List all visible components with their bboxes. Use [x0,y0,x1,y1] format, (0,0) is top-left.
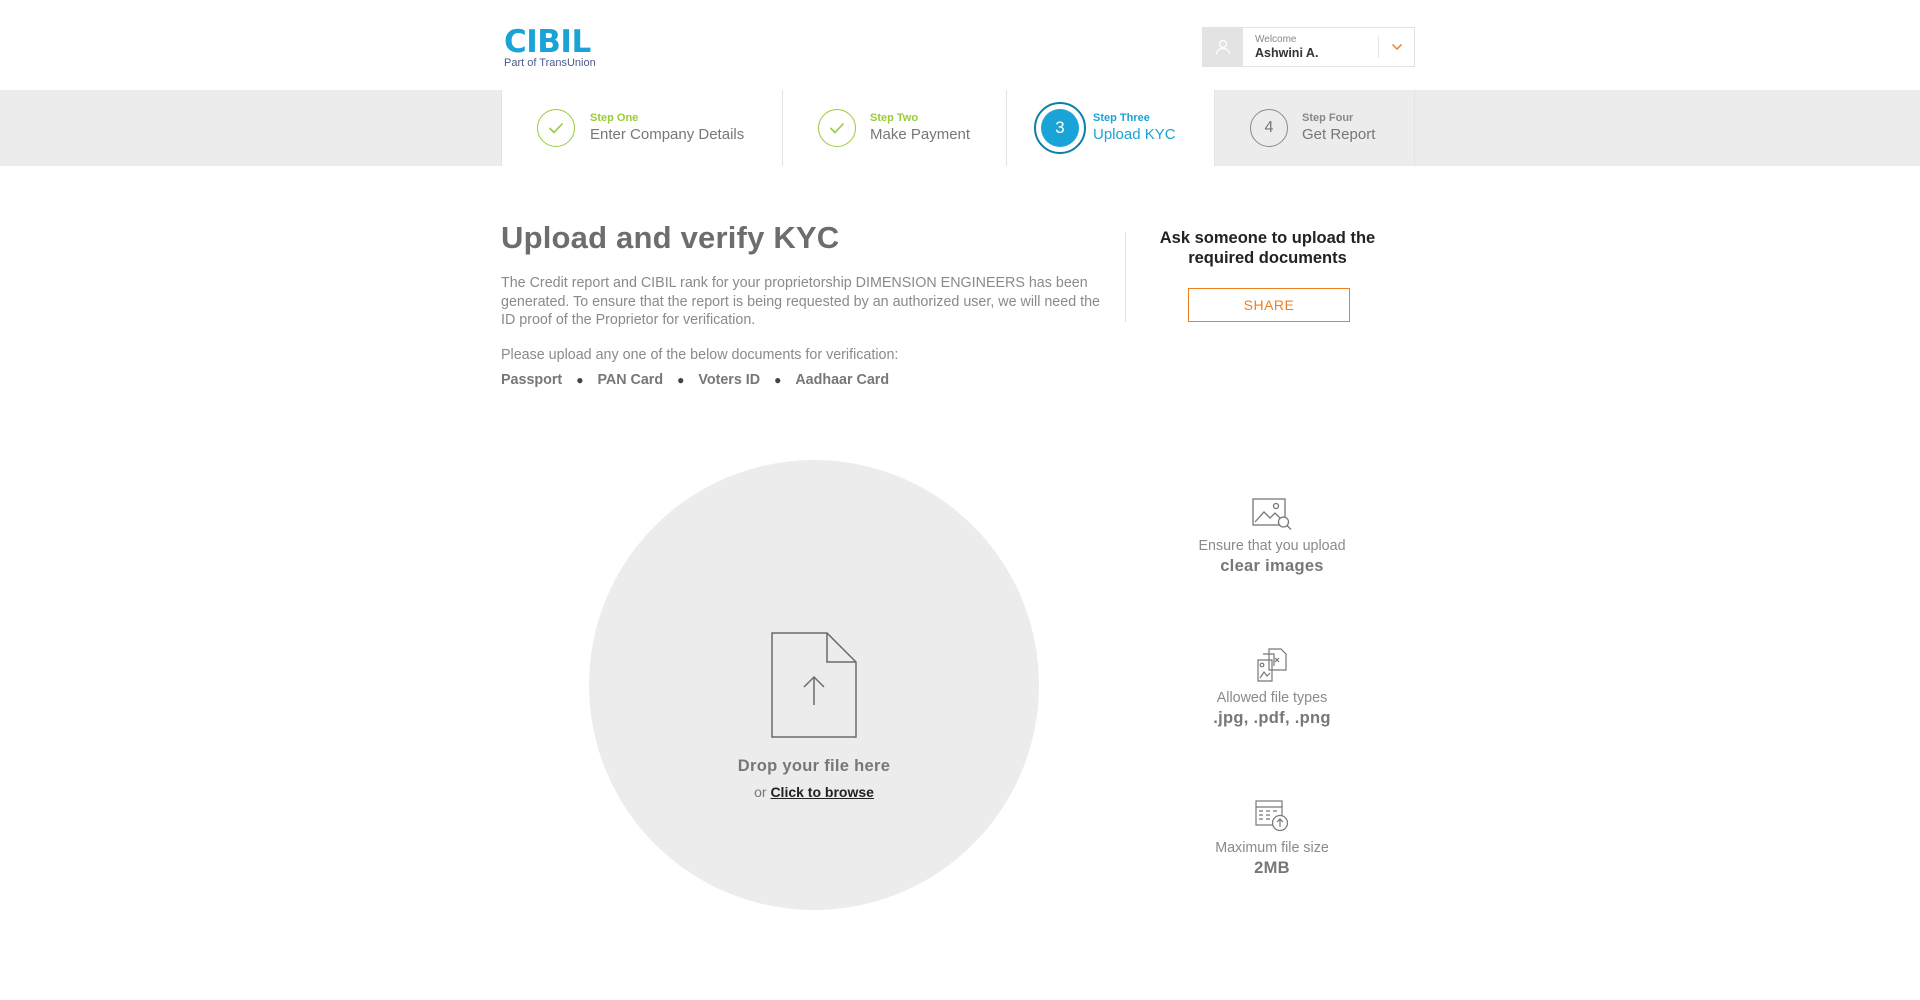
step-title: Upload KYC [1093,126,1176,143]
image-search-icon [1252,498,1292,530]
step-three[interactable]: 3 Step Three Upload KYC [1007,90,1215,166]
or-text: or [754,784,767,800]
step-kicker: Step One [590,112,639,124]
requirement-label: Allowed file types [1216,690,1328,706]
requirement-file-types: Allowed file types .jpg, .pdf, .png [1172,648,1372,728]
share-button[interactable]: SHARE [1188,288,1350,322]
file-types-icon [1257,648,1287,682]
logo-subtext: Part of TransUnion [504,57,596,69]
step-title: Make Payment [870,126,971,143]
step-title: Enter Company Details [590,126,745,143]
requirement-value: clear images [1220,557,1324,575]
requirement-file-size: Maximum file size 2MB [1172,800,1372,878]
share-heading: Ask someone to upload the required docum… [1159,229,1376,267]
user-avatar-icon [1203,28,1243,66]
step-kicker: Step Two [870,112,919,124]
user-menu-divider [1378,36,1379,58]
document-item: PAN Card [597,372,664,388]
accepted-documents-list: Passport ● PAN Card ● Voters ID ● Aadhaa… [501,372,889,388]
step-number: 4 [1264,119,1274,136]
check-icon [537,109,575,147]
progress-stepper: Step One Enter Company Details Step Two … [501,90,1415,166]
user-name: Ashwini A. [1255,46,1319,60]
document-item: Passport [501,372,563,388]
file-size-icon [1255,800,1289,832]
browse-link[interactable]: Click to browse [770,784,873,800]
vertical-divider [1125,232,1126,322]
bullet-separator: ● [576,373,584,387]
step-four[interactable]: 4 Step Four Get Report [1215,90,1415,166]
requirement-label: Maximum file size [1215,840,1329,856]
intro-text: The Credit report and CIBIL rank for you… [501,275,1101,328]
step-number: 3 [1041,109,1079,147]
document-item: Voters ID [698,372,761,388]
bullet-separator: ● [677,373,685,387]
welcome-label: Welcome [1255,34,1297,45]
step-title: Get Report [1302,126,1376,143]
upload-prompt: Please upload any one of the below docum… [501,347,899,363]
dropzone-title: Drop your file here [737,757,891,775]
step-number-badge: 3 [1034,102,1086,154]
chevron-down-icon[interactable] [1388,38,1406,56]
file-dropzone[interactable]: Drop your file here or Click to browse [589,460,1039,910]
progress-stepper-band: Step One Enter Company Details Step Two … [0,90,1920,166]
logo-text: CIBIL [504,24,591,60]
cibil-logo[interactable]: CIBIL Part of TransUnion [504,26,604,69]
step-kicker: Step Four [1302,112,1354,124]
requirement-value: .jpg, .pdf, .png [1213,709,1331,727]
bullet-separator: ● [774,373,782,387]
user-menu[interactable]: Welcome Ashwini A. [1202,27,1415,67]
requirement-value: 2MB [1254,859,1290,877]
check-icon [818,109,856,147]
document-item: Aadhaar Card [795,372,890,388]
requirement-clear-images: Ensure that you upload clear images [1172,498,1372,576]
step-kicker: Step Three [1093,112,1150,124]
page-title: Upload and verify KYC [501,220,840,255]
step-number-badge: 4 [1250,109,1288,147]
step-one[interactable]: Step One Enter Company Details [501,90,783,166]
requirement-label: Ensure that you upload [1198,538,1346,554]
header: CIBIL Part of TransUnion Welcome Ashwini… [0,0,1920,90]
dropzone-subtext: or Click to browse [589,784,1039,800]
step-two[interactable]: Step Two Make Payment [783,90,1007,166]
file-upload-icon [771,632,857,743]
